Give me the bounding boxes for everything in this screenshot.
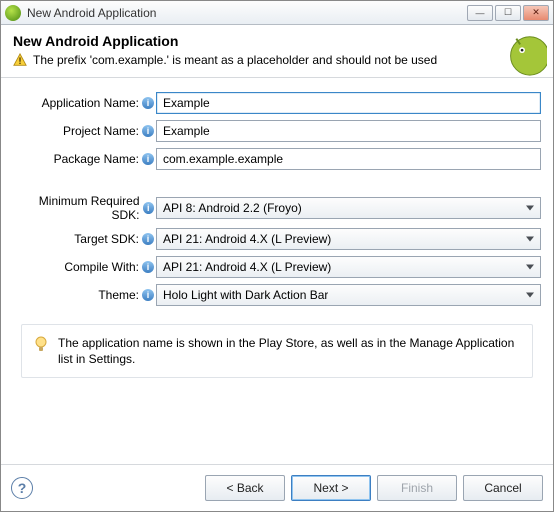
info-icon[interactable]: i [142, 261, 154, 273]
chevron-down-icon [526, 265, 534, 270]
chevron-down-icon [526, 206, 534, 211]
info-icon[interactable]: i [143, 202, 155, 214]
target-sdk-select[interactable]: API 21: Android 4.X (L Preview) [156, 228, 541, 250]
label-project-name: Project Name: [63, 124, 139, 138]
info-icon[interactable]: i [142, 125, 154, 137]
close-button[interactable]: ✕ [523, 5, 549, 21]
label-application-name: Application Name: [42, 96, 139, 110]
compile-with-select[interactable]: API 21: Android 4.X (L Preview) [156, 256, 541, 278]
lightbulb-icon [34, 336, 48, 354]
project-name-input[interactable] [156, 120, 541, 142]
info-icon[interactable]: i [142, 97, 154, 109]
finish-button: Finish [377, 475, 457, 501]
wizard-footer: ? < Back Next > Finish Cancel [1, 464, 553, 511]
chevron-down-icon [526, 237, 534, 242]
info-icon[interactable]: i [142, 233, 154, 245]
window-buttons: — ☐ ✕ [467, 5, 549, 21]
label-package-name: Package Name: [54, 152, 139, 166]
description-box: The application name is shown in the Pla… [21, 324, 533, 378]
cancel-button[interactable]: Cancel [463, 475, 543, 501]
form-area: Application Name: i Project Name: i Pack… [1, 78, 553, 384]
package-name-input[interactable] [156, 148, 541, 170]
compile-with-value: API 21: Android 4.X (L Preview) [163, 260, 331, 274]
info-icon[interactable]: i [142, 289, 154, 301]
back-button[interactable]: < Back [205, 475, 285, 501]
min-sdk-select[interactable]: API 8: Android 2.2 (Froyo) [156, 197, 541, 219]
description-text: The application name is shown in the Pla… [58, 335, 520, 367]
label-target-sdk: Target SDK: [74, 232, 139, 246]
target-sdk-value: API 21: Android 4.X (L Preview) [163, 232, 331, 246]
warning-text: The prefix 'com.example.' is meant as a … [33, 53, 437, 67]
warning-icon [13, 53, 27, 67]
label-compile-with: Compile With: [64, 260, 139, 274]
help-icon[interactable]: ? [11, 477, 33, 499]
minimize-button[interactable]: — [467, 5, 493, 21]
theme-value: Holo Light with Dark Action Bar [163, 288, 328, 302]
label-min-sdk: Minimum Required SDK: [13, 194, 140, 222]
theme-select[interactable]: Holo Light with Dark Action Bar [156, 284, 541, 306]
wizard-header: New Android Application The prefix 'com.… [1, 25, 553, 77]
page-title: New Android Application [13, 33, 541, 49]
title-bar: New Android Application — ☐ ✕ [1, 1, 553, 25]
info-icon[interactable]: i [142, 153, 154, 165]
maximize-button[interactable]: ☐ [495, 5, 521, 21]
label-theme: Theme: [98, 288, 139, 302]
android-mascot-icon [501, 31, 547, 77]
application-name-input[interactable] [156, 92, 541, 114]
min-sdk-value: API 8: Android 2.2 (Froyo) [163, 201, 302, 215]
next-button[interactable]: Next > [291, 475, 371, 501]
app-icon [5, 5, 21, 21]
window-title: New Android Application [27, 6, 461, 20]
chevron-down-icon [526, 293, 534, 298]
